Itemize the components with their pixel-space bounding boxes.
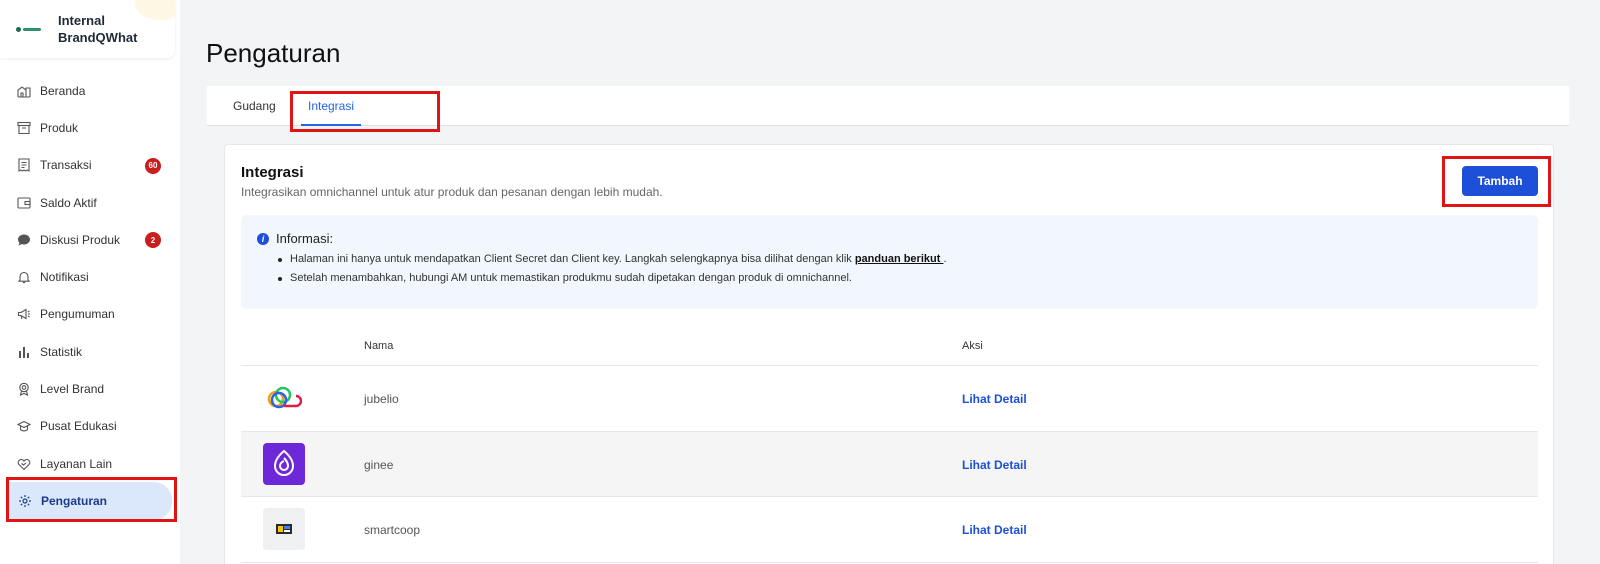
sidebar-item-beranda[interactable]: Beranda bbox=[0, 72, 180, 109]
table-row: jubelio Lihat Detail bbox=[241, 366, 1538, 432]
sidebar-item-label: Beranda bbox=[40, 83, 86, 98]
info-item: Halaman ini hanya untuk mendapatkan Clie… bbox=[276, 250, 947, 269]
integration-table: Nama Aksi jubelio Lihat Detail ginee Lih… bbox=[241, 326, 1538, 563]
sidebar-item-label: Diskusi Produk bbox=[40, 232, 121, 247]
table-row: smartcoop Lihat Detail bbox=[241, 497, 1538, 563]
sidebar-nav: Beranda Produk Transaksi 60 Saldo Aktif … bbox=[0, 72, 180, 520]
sidebar-item-produk[interactable]: Produk bbox=[0, 109, 180, 146]
brand-logo bbox=[16, 25, 42, 33]
diskusi-count-badge: 2 bbox=[145, 232, 161, 249]
sidebar-item-label: Layanan Lain bbox=[40, 456, 113, 471]
sidebar-item-label: Saldo Aktif bbox=[40, 195, 97, 210]
sidebar-item-level-brand[interactable]: Level Brand bbox=[0, 370, 180, 407]
table-header: Nama Aksi bbox=[241, 326, 1538, 366]
megaphone-icon bbox=[17, 307, 31, 321]
highlight-add-button bbox=[1442, 156, 1551, 207]
view-detail-link[interactable]: Lihat Detail bbox=[962, 458, 1027, 472]
info-box: i Informasi: Halaman ini hanya untuk men… bbox=[241, 215, 1538, 309]
chat-icon bbox=[17, 233, 31, 247]
info-item: Setelah menambahkan, hubungi AM untuk me… bbox=[276, 269, 947, 288]
sidebar-item-pusat-edukasi[interactable]: Pusat Edukasi bbox=[0, 408, 180, 445]
receipt-icon bbox=[17, 158, 31, 173]
view-detail-link[interactable]: Lihat Detail bbox=[962, 523, 1027, 537]
sidebar-item-label: Pengumuman bbox=[40, 307, 115, 322]
sidebar-item-transaksi[interactable]: Transaksi 60 bbox=[0, 147, 180, 184]
sidebar-item-statistik[interactable]: Statistik bbox=[0, 333, 180, 370]
sidebar-item-label: Notifikasi bbox=[40, 270, 89, 285]
info-text: Halaman ini hanya untuk mendapatkan Clie… bbox=[290, 253, 855, 265]
guide-link[interactable]: panduan berikut bbox=[855, 253, 944, 265]
section-title: Integrasi bbox=[241, 164, 304, 181]
box-icon bbox=[17, 121, 31, 135]
tab-gudang[interactable]: Gudang bbox=[233, 86, 276, 126]
bell-icon bbox=[17, 270, 31, 284]
sidebar-item-notifikasi[interactable]: Notifikasi bbox=[0, 258, 180, 295]
sidebar-item-label: Produk bbox=[40, 120, 79, 135]
highlight-integrasi-tab bbox=[290, 91, 440, 132]
table-row: ginee Lihat Detail bbox=[241, 431, 1538, 497]
smartcoop-logo bbox=[263, 508, 305, 550]
sidebar-item-label: Statistik bbox=[40, 344, 83, 359]
medal-icon bbox=[17, 382, 31, 396]
sidebar-item-pengumuman[interactable]: Pengumuman bbox=[0, 296, 180, 333]
sidebar-item-saldo-aktif[interactable]: Saldo Aktif bbox=[0, 184, 180, 221]
home-icon bbox=[17, 84, 31, 98]
heart-handshake-icon bbox=[17, 457, 31, 471]
integration-name: smartcoop bbox=[364, 523, 421, 537]
integration-name: ginee bbox=[364, 457, 394, 472]
page-title: Pengaturan bbox=[206, 38, 341, 68]
brand-header[interactable]: Internal BrandQWhat bbox=[0, 0, 175, 58]
jubelio-logo bbox=[263, 377, 305, 419]
integration-name: jubelio bbox=[364, 392, 399, 406]
sidebar-item-label: Transaksi bbox=[40, 158, 92, 173]
sidebar-item-diskusi-produk[interactable]: Diskusi Produk 2 bbox=[0, 221, 180, 258]
view-detail-link[interactable]: Lihat Detail bbox=[962, 392, 1027, 406]
ginee-logo bbox=[263, 442, 305, 485]
info-list: Halaman ini hanya untuk mendapatkan Clie… bbox=[276, 250, 947, 288]
column-header-name: Nama bbox=[364, 340, 394, 352]
sidebar-item-label: Pusat Edukasi bbox=[40, 419, 117, 434]
column-header-action: Aksi bbox=[962, 340, 983, 352]
graduation-cap-icon bbox=[17, 419, 31, 433]
integration-card: Integrasi Integrasikan omnichannel untuk… bbox=[224, 144, 1554, 564]
info-title: Informasi: bbox=[276, 231, 334, 246]
transaksi-count-badge: 60 bbox=[145, 157, 161, 174]
highlight-pengaturan-item bbox=[6, 477, 177, 522]
sidebar-item-label: Level Brand bbox=[40, 382, 105, 397]
info-text-suffix: . bbox=[943, 253, 947, 265]
bar-chart-icon bbox=[17, 345, 31, 359]
brand-name: Internal BrandQWhat bbox=[58, 13, 138, 45]
section-subtitle: Integrasikan omnichannel untuk atur prod… bbox=[241, 185, 663, 199]
info-icon: i bbox=[257, 233, 269, 245]
wallet-icon bbox=[17, 196, 31, 210]
